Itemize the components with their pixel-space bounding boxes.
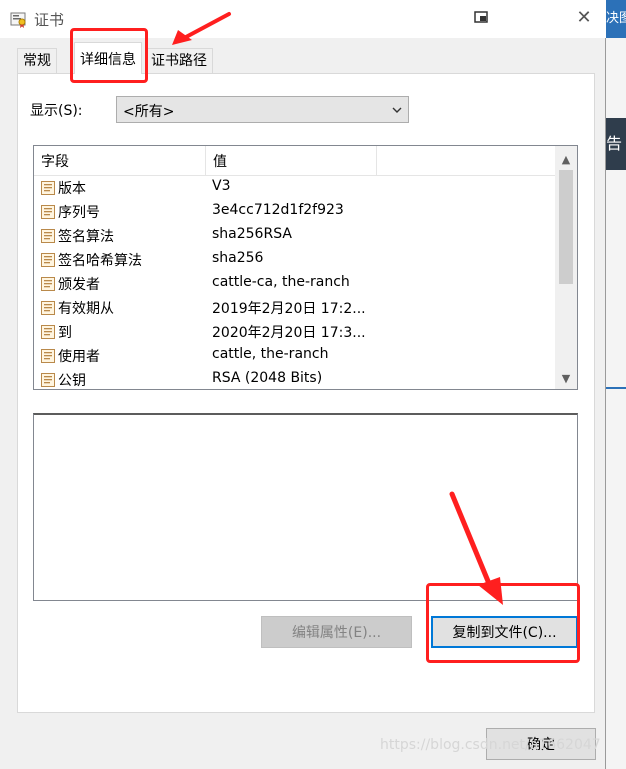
watermark: https://blog.csdn.net/a1662047 — [380, 737, 601, 753]
arrow-to-details-tab — [172, 12, 231, 45]
arrow-to-copy-button — [449, 491, 503, 605]
annotation-arrows — [172, 12, 503, 605]
